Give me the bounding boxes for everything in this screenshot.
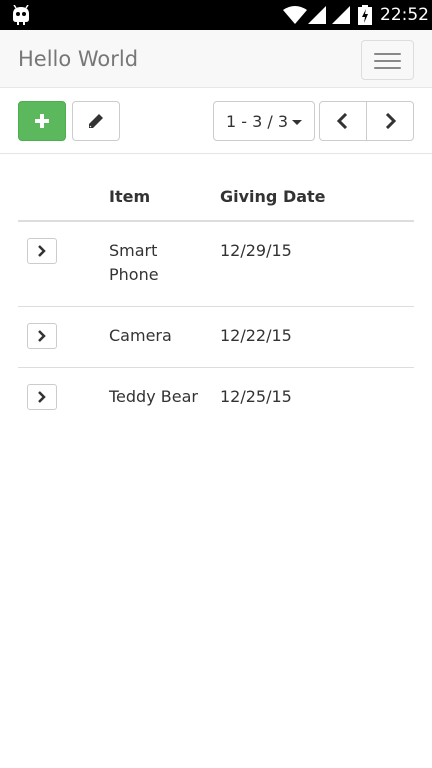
row-date: 12/22/15	[220, 326, 292, 345]
navbar-brand[interactable]: Hello World	[18, 45, 138, 73]
navbar-toggle-button[interactable]	[361, 40, 414, 80]
row-expand-button[interactable]	[27, 384, 57, 410]
row-date: 12/25/15	[220, 387, 292, 406]
status-bar: 22:52	[0, 0, 432, 30]
row-item: Camera	[109, 326, 172, 345]
column-header-item: Item	[109, 187, 151, 206]
battery-charging-icon	[358, 5, 372, 25]
navbar: Hello World	[0, 30, 432, 88]
pencil-icon	[89, 114, 103, 128]
row-expand-button[interactable]	[27, 238, 57, 264]
android-debug-icon	[13, 5, 29, 25]
signal-icon	[332, 6, 350, 24]
next-page-button[interactable]	[366, 101, 414, 141]
wifi-icon	[283, 6, 307, 24]
row-item: Smart Phone	[109, 241, 159, 284]
chevron-right-icon	[38, 245, 46, 257]
add-button[interactable]	[18, 101, 66, 141]
row-item: Teddy Bear	[109, 387, 198, 406]
previous-page-button[interactable]	[319, 101, 367, 141]
pager-dropdown-button[interactable]: 1 - 3 / 3	[213, 101, 315, 141]
row-date: 12/29/15	[220, 241, 292, 260]
signal-icon	[308, 6, 326, 24]
row-expand-button[interactable]	[27, 323, 57, 349]
chevron-right-icon	[38, 391, 46, 403]
table-row: Teddy Bear 12/25/15	[18, 368, 414, 428]
table-header: Item Giving Date	[18, 172, 414, 222]
table-row: Smart Phone 12/29/15	[18, 222, 414, 307]
status-time: 22:52	[380, 5, 429, 25]
plus-icon	[35, 114, 49, 128]
chevron-right-icon	[385, 113, 396, 129]
toolbar: 1 - 3 / 3	[0, 88, 432, 154]
caret-down-icon	[292, 119, 303, 125]
column-header-giving-date: Giving Date	[220, 187, 326, 206]
pager-label: 1 - 3 / 3	[225, 111, 289, 131]
table-row: Camera 12/22/15	[18, 307, 414, 368]
items-table: Item Giving Date Smart Phone 12/29/15 Ca…	[18, 172, 414, 428]
edit-button[interactable]	[72, 101, 120, 141]
chevron-right-icon	[38, 330, 46, 342]
chevron-left-icon	[337, 113, 348, 129]
